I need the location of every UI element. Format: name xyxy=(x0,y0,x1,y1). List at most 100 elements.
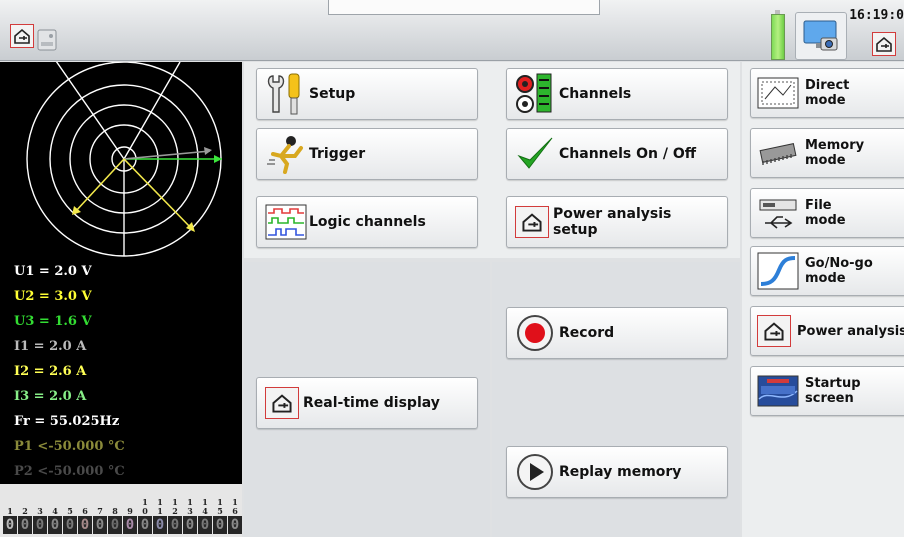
reading-p1: P1 <-50.000 °C xyxy=(14,439,125,454)
channel-state[interactable]: 0 xyxy=(213,516,227,534)
monitor-camera-icon xyxy=(803,20,838,51)
channel-number: 9 xyxy=(127,506,133,516)
channel-state[interactable]: 0 xyxy=(168,516,182,534)
measurement-readings: U1 = 2.0 V U2 = 3.0 V U3 = 1.6 V I1 = 2.… xyxy=(0,262,242,484)
go-no-go-mode-button[interactable]: Go/No-go mode xyxy=(750,246,904,296)
channel-state[interactable]: 0 xyxy=(228,516,242,534)
channels-on-off-button[interactable]: Channels On / Off xyxy=(506,128,728,180)
reading-u1: U1 = 2.0 V xyxy=(14,264,92,279)
hard-drive-icon[interactable] xyxy=(36,28,58,52)
channel-number: 7 xyxy=(97,506,103,516)
channel-number: 1 xyxy=(7,506,13,516)
memory-mode-button[interactable]: Memory mode xyxy=(750,128,904,178)
channel-state[interactable]: 0 xyxy=(138,516,152,534)
record-button[interactable]: Record xyxy=(506,307,728,359)
trigger-label: Trigger xyxy=(309,146,366,162)
real-time-display-button[interactable]: Real-time display xyxy=(256,377,478,429)
direct-mode-button[interactable]: Direct mode xyxy=(750,68,904,118)
replay-memory-button[interactable]: Replay memory xyxy=(506,446,728,498)
channel-state[interactable]: 0 xyxy=(183,516,197,534)
top-bar: 16:19:0 xyxy=(0,0,904,61)
reading-u3: U3 = 1.6 V xyxy=(14,314,92,329)
go-no-go-curve-icon xyxy=(757,252,799,290)
channel-number: 2 xyxy=(22,506,28,516)
channel-state[interactable]: 0 xyxy=(198,516,212,534)
channel-number: 0 xyxy=(142,506,148,516)
channel-number: 3 xyxy=(37,506,43,516)
phasor-u2 xyxy=(74,158,125,213)
channel-state[interactable]: 0 xyxy=(78,516,92,534)
clock: 16:19:0 xyxy=(849,8,904,23)
replay-memory-label: Replay memory xyxy=(559,464,682,480)
record-label: Record xyxy=(559,325,615,341)
memory-chip-icon xyxy=(757,137,799,169)
tools-icon xyxy=(265,72,305,116)
reading-p2: P2 <-50.000 °C xyxy=(14,464,125,479)
direct-mode-icon xyxy=(757,77,799,109)
logic-channels-label: Logic channels xyxy=(309,214,426,230)
status-slot xyxy=(328,0,600,15)
logic-waveform-icon xyxy=(265,204,307,240)
phasor-i1 xyxy=(123,150,211,160)
checkmark-icon xyxy=(515,134,555,174)
setup-label: Setup xyxy=(309,86,356,102)
file-mode-button[interactable]: File mode xyxy=(750,188,904,238)
reading-u2: U2 = 3.0 V xyxy=(14,289,92,304)
channel-number: 5 xyxy=(67,506,73,516)
phasor-i1-arrow xyxy=(204,147,212,155)
channel-number: 3 xyxy=(187,506,193,516)
home-plug-icon[interactable] xyxy=(10,24,34,48)
startup-screen-icon xyxy=(757,375,799,407)
channel-state[interactable]: 0 xyxy=(3,516,17,534)
channel-number: 5 xyxy=(217,506,223,516)
real-time-display-label: Real-time display xyxy=(303,395,440,411)
monitor-button[interactable] xyxy=(795,12,847,60)
home-plug-icon xyxy=(265,387,299,419)
file-mode-label: File mode xyxy=(805,198,846,228)
startup-screen-label: Startup screen xyxy=(805,376,861,406)
power-analysis-mode-button[interactable]: Power analysis xyxy=(750,306,904,356)
channel-state[interactable]: 0 xyxy=(33,516,47,534)
phasor-axis-line xyxy=(123,61,181,160)
channel-state[interactable]: 0 xyxy=(63,516,77,534)
channel-number: 6 xyxy=(232,506,238,516)
play-icon xyxy=(515,452,555,492)
battery-icon xyxy=(771,10,785,60)
channel-state[interactable]: 0 xyxy=(18,516,32,534)
power-analysis-setup-button[interactable]: Power analysis setup xyxy=(506,196,728,248)
channels-label: Channels xyxy=(559,86,632,102)
reading-i3: I3 = 2.0 A xyxy=(14,389,87,404)
reading-frequency: Fr = 55.025Hz xyxy=(14,414,120,429)
channel-state[interactable]: 0 xyxy=(48,516,62,534)
channels-icon xyxy=(515,72,555,116)
home-plug-icon[interactable] xyxy=(872,32,896,56)
startup-screen-button[interactable]: Startup screen xyxy=(750,366,904,416)
logic-channels-button[interactable]: Logic channels xyxy=(256,196,478,248)
trigger-button[interactable]: Trigger xyxy=(256,128,478,180)
channel-number: 4 xyxy=(52,506,58,516)
channel-number: 8 xyxy=(112,506,118,516)
home-plug-icon xyxy=(757,315,791,347)
setup-button[interactable]: Setup xyxy=(256,68,478,120)
channels-button[interactable]: Channels xyxy=(506,68,728,120)
channel-number: 6 xyxy=(82,506,88,516)
record-icon xyxy=(515,313,555,353)
channel-state[interactable]: 0 xyxy=(93,516,107,534)
memory-mode-label: Memory mode xyxy=(805,138,865,168)
home-plug-icon xyxy=(515,206,549,238)
usb-file-icon xyxy=(757,197,799,229)
channel-state[interactable]: 0 xyxy=(153,516,167,534)
channel-number: 2 xyxy=(172,506,178,516)
direct-mode-label: Direct mode xyxy=(805,78,850,108)
power-analysis-setup-label: Power analysis setup xyxy=(553,206,672,238)
channel-state[interactable]: 0 xyxy=(108,516,122,534)
reading-i2: I2 = 2.6 A xyxy=(14,364,87,379)
go-no-go-mode-label: Go/No-go mode xyxy=(805,256,873,286)
phasor-diagram[interactable] xyxy=(0,60,242,262)
channel-state[interactable]: 0 xyxy=(123,516,137,534)
channels-on-off-label: Channels On / Off xyxy=(559,146,697,162)
phasor-axis-line xyxy=(55,60,125,160)
runner-icon xyxy=(265,134,305,174)
channel-number: 1 xyxy=(157,506,163,516)
reading-i1: I1 = 2.0 A xyxy=(14,339,87,354)
